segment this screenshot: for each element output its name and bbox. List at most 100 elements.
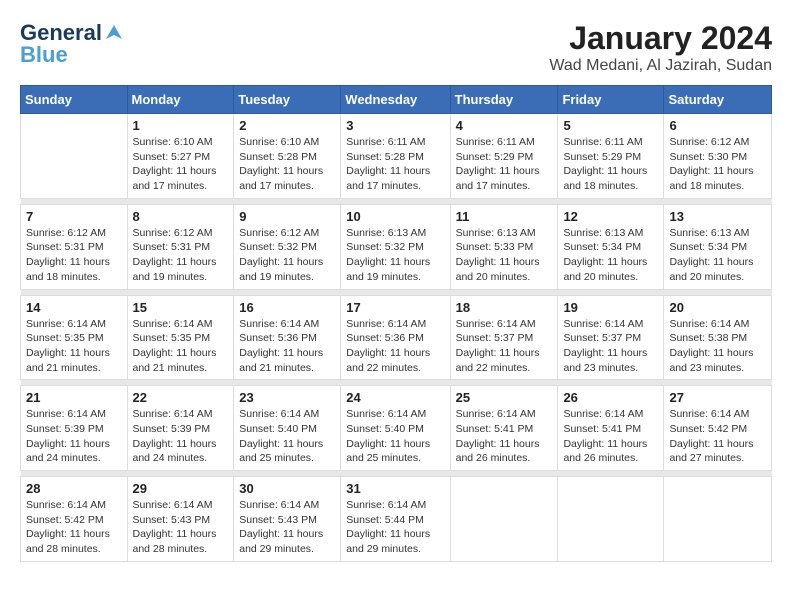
- day-number: 20: [669, 300, 766, 315]
- calendar-week-row: 21 Sunrise: 6:14 AM Sunset: 5:39 PM Dayli…: [21, 386, 772, 471]
- day-number: 22: [133, 390, 229, 405]
- day-info: Sunrise: 6:14 AM Sunset: 5:43 PM Dayligh…: [133, 498, 229, 557]
- day-info: Sunrise: 6:14 AM Sunset: 5:39 PM Dayligh…: [133, 407, 229, 466]
- day-number: 12: [563, 209, 658, 224]
- calendar-cell: 17 Sunrise: 6:14 AM Sunset: 5:36 PM Dayli…: [341, 295, 450, 380]
- day-info: Sunrise: 6:11 AM Sunset: 5:28 PM Dayligh…: [346, 135, 444, 194]
- calendar-cell: 13Sunrise: 6:13 AM Sunset: 5:34 PM Dayli…: [664, 204, 772, 289]
- day-number: 8: [133, 209, 229, 224]
- calendar-week-row: 1 Sunrise: 6:10 AM Sunset: 5:27 PM Daylig…: [21, 114, 772, 199]
- calendar-cell: 7 Sunrise: 6:12 AM Sunset: 5:31 PM Daylig…: [21, 204, 128, 289]
- logo-blue: Blue: [20, 42, 68, 68]
- calendar-cell: 24 Sunrise: 6:14 AM Sunset: 5:40 PM Dayli…: [341, 386, 450, 471]
- logo: General Blue: [20, 20, 126, 68]
- day-info: Sunrise: 6:14 AM Sunset: 5:41 PM Dayligh…: [563, 407, 658, 466]
- calendar-cell: [21, 114, 128, 199]
- calendar-cell: [664, 477, 772, 562]
- day-info: Sunrise: 6:14 AM Sunset: 5:40 PM Dayligh…: [346, 407, 444, 466]
- day-info: Sunrise: 6:14 AM Sunset: 5:38 PM Dayligh…: [669, 317, 766, 376]
- day-info: Sunrise: 6:11 AM Sunset: 5:29 PM Dayligh…: [456, 135, 553, 194]
- day-info: Sunrise: 6:14 AM Sunset: 5:43 PM Dayligh…: [239, 498, 335, 557]
- day-info: Sunrise: 6:10 AM Sunset: 5:28 PM Dayligh…: [239, 135, 335, 194]
- day-number: 7: [26, 209, 122, 224]
- day-number: 31: [346, 481, 444, 496]
- header-friday: Friday: [558, 86, 664, 114]
- calendar-cell: 14Sunrise: 6:14 AM Sunset: 5:35 PM Dayli…: [21, 295, 128, 380]
- calendar-cell: 25 Sunrise: 6:14 AM Sunset: 5:41 PM Dayli…: [450, 386, 558, 471]
- day-number: 28: [26, 481, 122, 496]
- day-info: Sunrise: 6:13 AM Sunset: 5:32 PM Dayligh…: [346, 226, 444, 285]
- day-number: 4: [456, 118, 553, 133]
- day-info: Sunrise: 6:14 AM Sunset: 5:36 PM Dayligh…: [346, 317, 444, 376]
- calendar-header-row: SundayMondayTuesdayWednesdayThursdayFrid…: [21, 86, 772, 114]
- day-number: 9: [239, 209, 335, 224]
- calendar-cell: 15 Sunrise: 6:14 AM Sunset: 5:35 PM Dayli…: [127, 295, 234, 380]
- day-info: Sunrise: 6:14 AM Sunset: 5:44 PM Dayligh…: [346, 498, 444, 557]
- day-info: Sunrise: 6:14 AM Sunset: 5:35 PM Dayligh…: [133, 317, 229, 376]
- calendar-week-row: 28 Sunrise: 6:14 AM Sunset: 5:42 PM Dayli…: [21, 477, 772, 562]
- calendar-cell: 26 Sunrise: 6:14 AM Sunset: 5:41 PM Dayli…: [558, 386, 664, 471]
- day-number: 23: [239, 390, 335, 405]
- day-number: 25: [456, 390, 553, 405]
- day-info: Sunrise: 6:14 AM Sunset: 5:42 PM Dayligh…: [669, 407, 766, 466]
- calendar-cell: 22 Sunrise: 6:14 AM Sunset: 5:39 PM Dayli…: [127, 386, 234, 471]
- calendar-cell: 23 Sunrise: 6:14 AM Sunset: 5:40 PM Dayli…: [234, 386, 341, 471]
- calendar-cell: 11 Sunrise: 6:13 AM Sunset: 5:33 PM Dayli…: [450, 204, 558, 289]
- calendar-cell: 16 Sunrise: 6:14 AM Sunset: 5:36 PM Dayli…: [234, 295, 341, 380]
- day-info: Sunrise: 6:13 AM Sunset: 5:34 PM Dayligh…: [669, 226, 766, 285]
- calendar-cell: 6Sunrise: 6:12 AM Sunset: 5:30 PM Daylig…: [664, 114, 772, 199]
- day-info: Sunrise: 6:10 AM Sunset: 5:27 PM Dayligh…: [133, 135, 229, 194]
- day-number: 1: [133, 118, 229, 133]
- title-block: January 2024 Wad Medani, Al Jazirah, Sud…: [549, 20, 772, 75]
- calendar-cell: 10 Sunrise: 6:13 AM Sunset: 5:32 PM Dayli…: [341, 204, 450, 289]
- day-info: Sunrise: 6:14 AM Sunset: 5:37 PM Dayligh…: [456, 317, 553, 376]
- calendar-cell: 18Sunrise: 6:14 AM Sunset: 5:37 PM Dayli…: [450, 295, 558, 380]
- calendar-cell: 29 Sunrise: 6:14 AM Sunset: 5:43 PM Dayli…: [127, 477, 234, 562]
- header-sunday: Sunday: [21, 86, 128, 114]
- day-info: Sunrise: 6:14 AM Sunset: 5:42 PM Dayligh…: [26, 498, 122, 557]
- day-info: Sunrise: 6:12 AM Sunset: 5:32 PM Dayligh…: [239, 226, 335, 285]
- calendar-cell: 1 Sunrise: 6:10 AM Sunset: 5:27 PM Daylig…: [127, 114, 234, 199]
- day-info: Sunrise: 6:12 AM Sunset: 5:31 PM Dayligh…: [133, 226, 229, 285]
- calendar-cell: 20 Sunrise: 6:14 AM Sunset: 5:38 PM Dayli…: [664, 295, 772, 380]
- day-info: Sunrise: 6:12 AM Sunset: 5:31 PM Dayligh…: [26, 226, 122, 285]
- calendar-week-row: 7 Sunrise: 6:12 AM Sunset: 5:31 PM Daylig…: [21, 204, 772, 289]
- day-number: 10: [346, 209, 444, 224]
- day-number: 11: [456, 209, 553, 224]
- day-number: 17: [346, 300, 444, 315]
- day-number: 29: [133, 481, 229, 496]
- page-header: General Blue January 2024 Wad Medani, Al…: [20, 20, 772, 75]
- day-number: 2: [239, 118, 335, 133]
- month-title: January 2024: [549, 20, 772, 57]
- logo-bird-icon: [104, 23, 124, 43]
- day-info: Sunrise: 6:12 AM Sunset: 5:30 PM Dayligh…: [669, 135, 766, 194]
- day-number: 24: [346, 390, 444, 405]
- day-number: 5: [563, 118, 658, 133]
- calendar-cell: 3 Sunrise: 6:11 AM Sunset: 5:28 PM Daylig…: [341, 114, 450, 199]
- day-number: 26: [563, 390, 658, 405]
- calendar-cell: [558, 477, 664, 562]
- day-number: 27: [669, 390, 766, 405]
- calendar-cell: 12Sunrise: 6:13 AM Sunset: 5:34 PM Dayli…: [558, 204, 664, 289]
- header-saturday: Saturday: [664, 86, 772, 114]
- day-info: Sunrise: 6:11 AM Sunset: 5:29 PM Dayligh…: [563, 135, 658, 194]
- day-info: Sunrise: 6:14 AM Sunset: 5:35 PM Dayligh…: [26, 317, 122, 376]
- header-tuesday: Tuesday: [234, 86, 341, 114]
- calendar-table: SundayMondayTuesdayWednesdayThursdayFrid…: [20, 85, 772, 562]
- calendar-week-row: 14Sunrise: 6:14 AM Sunset: 5:35 PM Dayli…: [21, 295, 772, 380]
- day-info: Sunrise: 6:14 AM Sunset: 5:36 PM Dayligh…: [239, 317, 335, 376]
- day-info: Sunrise: 6:14 AM Sunset: 5:40 PM Dayligh…: [239, 407, 335, 466]
- calendar-cell: 8 Sunrise: 6:12 AM Sunset: 5:31 PM Daylig…: [127, 204, 234, 289]
- day-info: Sunrise: 6:14 AM Sunset: 5:41 PM Dayligh…: [456, 407, 553, 466]
- day-info: Sunrise: 6:14 AM Sunset: 5:37 PM Dayligh…: [563, 317, 658, 376]
- day-number: 16: [239, 300, 335, 315]
- calendar-cell: 9 Sunrise: 6:12 AM Sunset: 5:32 PM Daylig…: [234, 204, 341, 289]
- day-info: Sunrise: 6:13 AM Sunset: 5:33 PM Dayligh…: [456, 226, 553, 285]
- calendar-cell: 2 Sunrise: 6:10 AM Sunset: 5:28 PM Daylig…: [234, 114, 341, 199]
- day-number: 21: [26, 390, 122, 405]
- header-thursday: Thursday: [450, 86, 558, 114]
- day-number: 30: [239, 481, 335, 496]
- day-number: 3: [346, 118, 444, 133]
- calendar-cell: [450, 477, 558, 562]
- day-number: 15: [133, 300, 229, 315]
